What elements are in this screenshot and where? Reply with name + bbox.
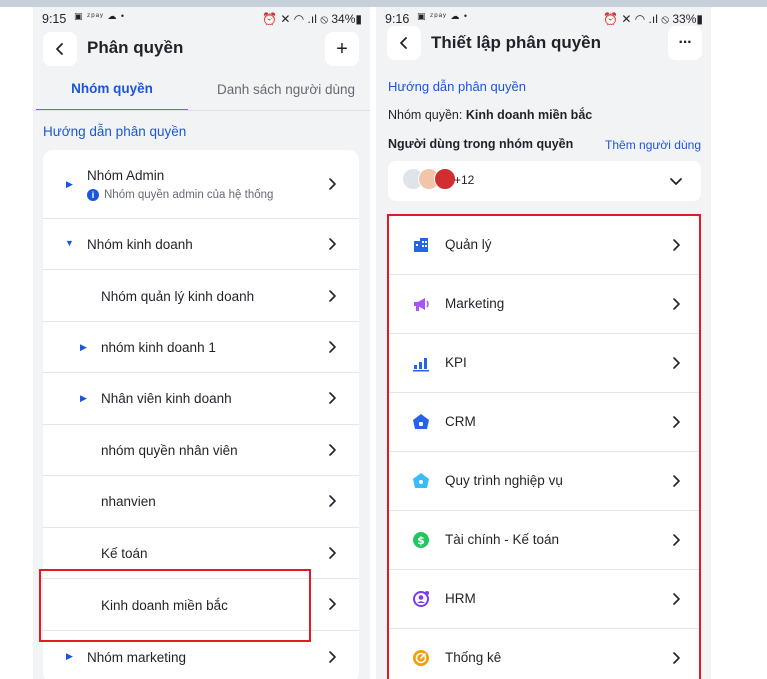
chevron-right-icon [329,598,336,610]
chevron-right-icon [329,178,336,190]
info-icon: i [87,189,99,201]
window-top-bar [0,0,767,7]
group-label: Kế toán [101,546,148,561]
page-header: Thiết lập phân quyền ··· [376,26,711,74]
avatar [434,168,456,190]
group-label: Nhân viên kinh doanh [101,391,232,406]
user-avatar-card[interactable]: +12 [388,161,701,201]
group-label: Nhóm kinh doanh [87,237,193,252]
chevron-right-icon [329,547,336,559]
expand-caret-icon[interactable]: ▶ [66,179,73,190]
plus-icon: + [336,37,348,60]
status-battery: ⏰ ✕ ◠ .ıl ⦸ 33%▮ [603,12,703,26]
current-group: Nhóm quyền: Kinh doanh miền bắc [388,108,592,122]
group-row-sales-manager[interactable]: Nhóm quản lý kinh doanh [43,270,359,322]
group-prefix: Nhóm quyền: [388,108,466,122]
status-notification-icons: ▣ ᶻᵖᵃʸ ☁ • [417,11,469,21]
group-row-sales-staff[interactable]: ▶ Nhân viên kinh doanh [43,373,359,425]
group-subtitle: i Nhóm quyền admin của hệ thống [87,189,273,201]
group-subtitle-text: Nhóm quyền admin của hệ thống [104,189,274,201]
group-row-sales-1[interactable]: ▶ nhóm kinh doanh 1 [43,322,359,373]
chevron-right-icon [329,495,336,507]
status-battery: ⏰ ✕ ◠ .ıl ⦸ 34%▮ [262,12,362,26]
status-time: 9:15 [42,12,67,26]
group-label: nhóm quyền nhân viên [101,443,238,458]
chevron-right-icon [329,341,336,353]
group-label: Nhóm Admin [87,168,165,183]
tab-permission-groups[interactable]: Nhóm quyền [36,67,188,111]
chevron-right-icon [329,444,336,456]
highlight-box-selected-group [39,569,311,642]
chevron-down-icon[interactable] [669,174,683,188]
chevron-right-icon [329,290,336,302]
group-row-sales[interactable]: ▼ Nhóm kinh doanh [43,219,359,270]
expand-caret-icon[interactable]: ▶ [66,651,73,662]
permission-guide-link[interactable]: Hướng dẫn phân quyền [43,124,186,139]
page-title: Phân quyền [87,38,184,57]
group-label: Nhóm marketing [87,650,187,665]
expand-caret-icon[interactable]: ▶ [80,393,87,404]
more-options-button[interactable]: ··· [668,26,702,60]
permission-guide-link[interactable]: Hướng dẫn phân quyền [388,79,526,94]
tab-bar: Nhóm quyền Danh sách người dùng [33,67,370,111]
back-button[interactable] [387,26,421,60]
chevron-left-icon [56,43,63,55]
group-label: Nhóm quản lý kinh doanh [101,289,255,304]
group-name: Kinh doanh miền bắc [465,108,593,122]
more-icon: ··· [678,34,693,51]
expand-caret-icon[interactable]: ▶ [80,342,87,353]
group-label: nhóm kinh doanh 1 [101,340,216,355]
chevron-right-icon [329,651,336,663]
add-user-link[interactable]: Thêm người dùng [605,138,701,152]
group-label: nhanvien [101,494,156,509]
group-row-admin[interactable]: ▶ Nhóm Admin i Nhóm quyền admin của hệ t… [43,150,359,219]
tab-divider [33,110,370,111]
user-count: +12 [454,173,475,187]
page-title: Thiết lập phân quyền [431,33,602,52]
tab-user-list[interactable]: Danh sách người dùng [209,67,363,111]
back-button[interactable] [43,32,77,66]
chevron-right-icon [329,392,336,404]
highlight-box-module-list [387,214,701,679]
status-notification-icons: ▣ ᶻᵖᵃʸ ☁ • [74,11,126,21]
add-group-button[interactable]: + [325,32,359,66]
collapse-caret-icon[interactable]: ▼ [65,238,74,248]
users-section-header: Người dùng trong nhóm quyền Thêm người d… [388,137,701,157]
chevron-right-icon [329,238,336,250]
group-row-nhanvien[interactable]: nhanvien [43,476,359,528]
group-row-staff-permission[interactable]: nhóm quyền nhân viên [43,425,359,476]
users-title: Người dùng trong nhóm quyền [388,137,574,151]
status-time: 9:16 [385,12,410,26]
chevron-left-icon [400,37,407,49]
